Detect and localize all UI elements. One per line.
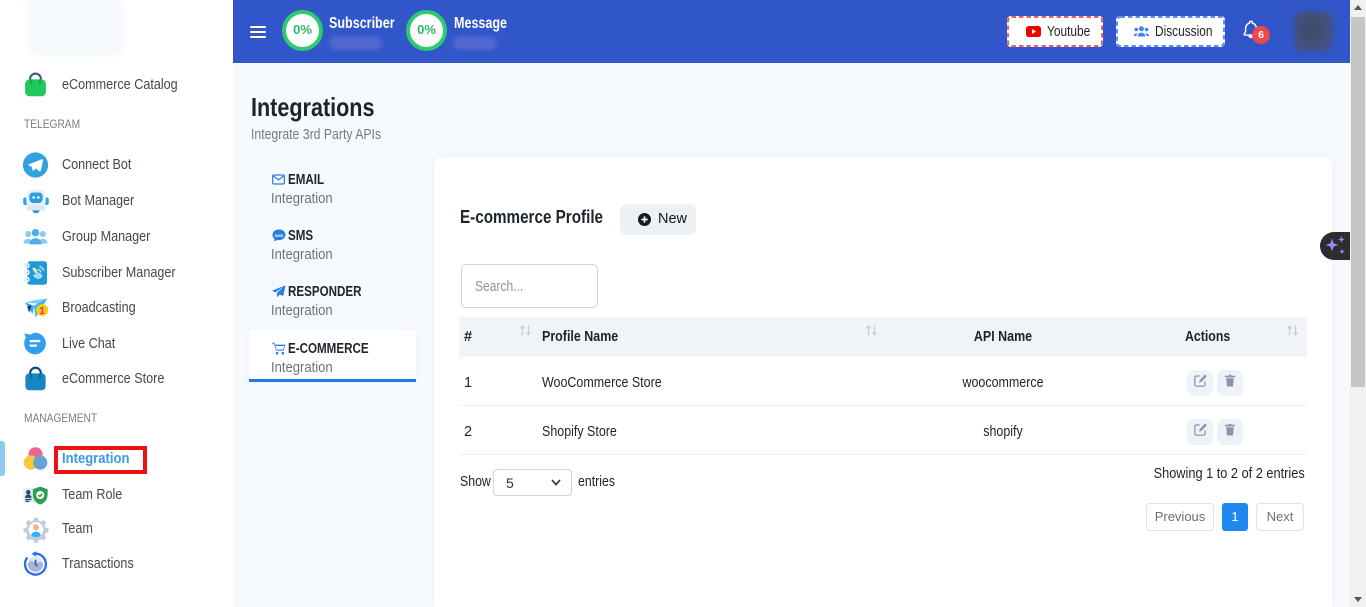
svg-text:SMS: SMS xyxy=(275,233,284,238)
svg-text:1: 1 xyxy=(39,306,45,317)
